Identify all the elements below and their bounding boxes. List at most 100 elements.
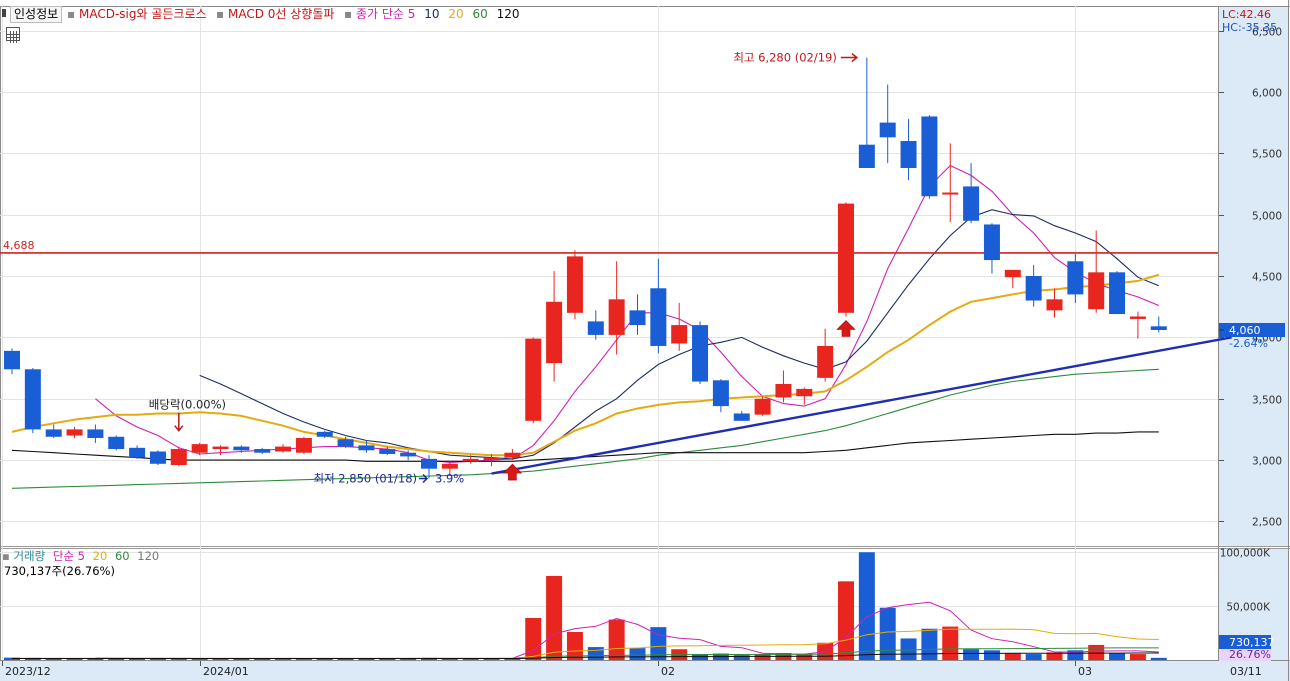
volume-bar <box>838 581 854 660</box>
volume-bar <box>858 552 875 660</box>
volume-bar <box>879 607 896 660</box>
bullet-icon: ▪ <box>216 7 225 21</box>
candle-body <box>983 224 1000 261</box>
candle-body <box>733 413 750 421</box>
candle-body <box>358 445 375 451</box>
candle-body <box>1046 299 1063 311</box>
volume-bar <box>921 628 938 660</box>
bullet-icon: ▪ <box>344 7 353 21</box>
candle-body <box>921 116 938 197</box>
volume-bar <box>796 654 813 660</box>
candle-body <box>1025 276 1042 301</box>
hline-label: 4,688 <box>3 239 35 252</box>
indicator-macd-sig-label[interactable]: ▪ MACD-sig와 골든크로스 <box>67 7 207 22</box>
candle-body <box>316 431 333 437</box>
candle-body <box>337 439 354 447</box>
candle-body <box>45 429 62 437</box>
table-view-icon[interactable] <box>6 27 20 43</box>
date-tick-label: 02 <box>661 665 675 678</box>
candle-body <box>66 429 83 436</box>
tab-marker-icon <box>2 9 6 17</box>
price-tick-label: 6,000 <box>1252 88 1282 100</box>
price-tick-label: 3,000 <box>1252 456 1282 468</box>
last-change-label: -2.64% <box>1229 337 1268 350</box>
volume-bar <box>608 619 625 660</box>
candle-body <box>963 186 980 221</box>
volume-title: 거래량 <box>13 549 46 563</box>
low-pct-annotation: 3.9% <box>435 472 464 486</box>
candle-body <box>608 299 625 335</box>
volume-bar <box>1088 644 1105 660</box>
indicator-macd-zero-label[interactable]: ▪ MACD 0선 상향돌파 <box>216 7 334 22</box>
volume-ma5-legend: 단순 5 <box>52 549 85 563</box>
candle-body <box>4 350 20 370</box>
candle-body <box>24 369 41 430</box>
candle-body <box>1129 316 1146 319</box>
indicator-toolbar: 인성정보 ▪ MACD-sig와 골든크로스 ▪ MACD 0선 상향돌파 ▪ … <box>0 0 1218 26</box>
date-tick-label: 2024/01 <box>203 665 249 678</box>
ma-legend[interactable]: ▪ 종가 단순 5 10 20 60 120 <box>344 7 519 22</box>
last-volume-pct-label: 26.76% <box>1229 648 1271 661</box>
candle-body <box>650 288 667 346</box>
candle-body <box>838 203 854 313</box>
volume-bar <box>942 626 959 660</box>
high-annotation: 최고 6,280 (02/19) <box>733 51 837 65</box>
candle-body <box>191 444 208 453</box>
ma20-legend: 20 <box>448 7 464 21</box>
ma5-legend: 종가 단순 5 <box>355 7 416 21</box>
volume-bar <box>629 648 646 660</box>
volume-bar <box>587 647 604 660</box>
candle-body <box>462 458 479 462</box>
hc-readout: HC:-35.35 <box>1222 21 1277 34</box>
dividend-annotation: 배당락(0.00%) <box>149 398 226 412</box>
candle-body <box>275 446 292 452</box>
volume-tick-label: 50,000K <box>1226 602 1271 614</box>
candle-body <box>566 256 583 313</box>
candle-body <box>149 451 166 464</box>
candle-body <box>817 345 834 378</box>
date-tick-label: 2023/12 <box>5 665 51 678</box>
candle-body <box>483 457 500 461</box>
stock-name-tab[interactable]: 인성정보 <box>10 6 63 23</box>
ma60-legend: 60 <box>472 7 488 21</box>
ma120-legend: 120 <box>496 7 520 21</box>
chart-canvas[interactable]: 6,5006,0005,5005,0004,5004,0003,5003,000… <box>0 0 1290 681</box>
volume-bar <box>1109 652 1126 660</box>
candle-body <box>879 122 896 138</box>
candle-body <box>295 438 312 453</box>
candle-body <box>212 446 229 450</box>
candle-body <box>108 436 125 450</box>
candle-body <box>942 192 959 195</box>
candle-body <box>1088 272 1105 310</box>
volume-tick-label: 100,000K <box>1220 548 1271 560</box>
volume-bar <box>1004 653 1021 660</box>
candle-body <box>671 325 688 344</box>
price-tick-label: 5,500 <box>1252 149 1282 161</box>
date-axis-panel <box>0 661 1290 681</box>
candle-body <box>254 449 271 453</box>
last-price-label: 4,060 <box>1229 324 1261 337</box>
price-tick-label: 4,500 <box>1252 272 1282 284</box>
stock-chart-window: 6,500 6,000 5,500 5,000 4,500 4,000 3,500 3,000… <box>0 0 1290 681</box>
indicator-macd-zero-text: MACD 0선 상향돌파 <box>227 7 335 21</box>
candle-body <box>441 463 458 469</box>
candle-body <box>546 301 563 364</box>
date-tick-label: 03 <box>1078 665 1092 678</box>
bullet-icon: ▪ <box>67 7 76 21</box>
ma10-legend: 10 <box>424 7 440 21</box>
candle-body <box>900 141 917 168</box>
candle-body <box>400 452 417 457</box>
candle-body <box>858 144 875 168</box>
lc-readout: LC:42.46 <box>1222 8 1271 21</box>
candle-body <box>775 384 792 398</box>
volume-bar <box>983 650 1000 660</box>
volume-legend[interactable]: ▪ 거래량 단순 5 20 60 120 <box>2 549 159 563</box>
date-cursor-label: 03/11 <box>1230 665 1262 678</box>
candle-body <box>170 449 187 465</box>
price-tick-label: 2,500 <box>1252 517 1282 529</box>
candle-body <box>504 452 521 458</box>
candle-body <box>379 449 396 454</box>
candle-body <box>796 388 813 397</box>
indicator-macd-sig-text: MACD-sig와 골든크로스 <box>78 7 207 21</box>
candle-body <box>587 321 604 335</box>
